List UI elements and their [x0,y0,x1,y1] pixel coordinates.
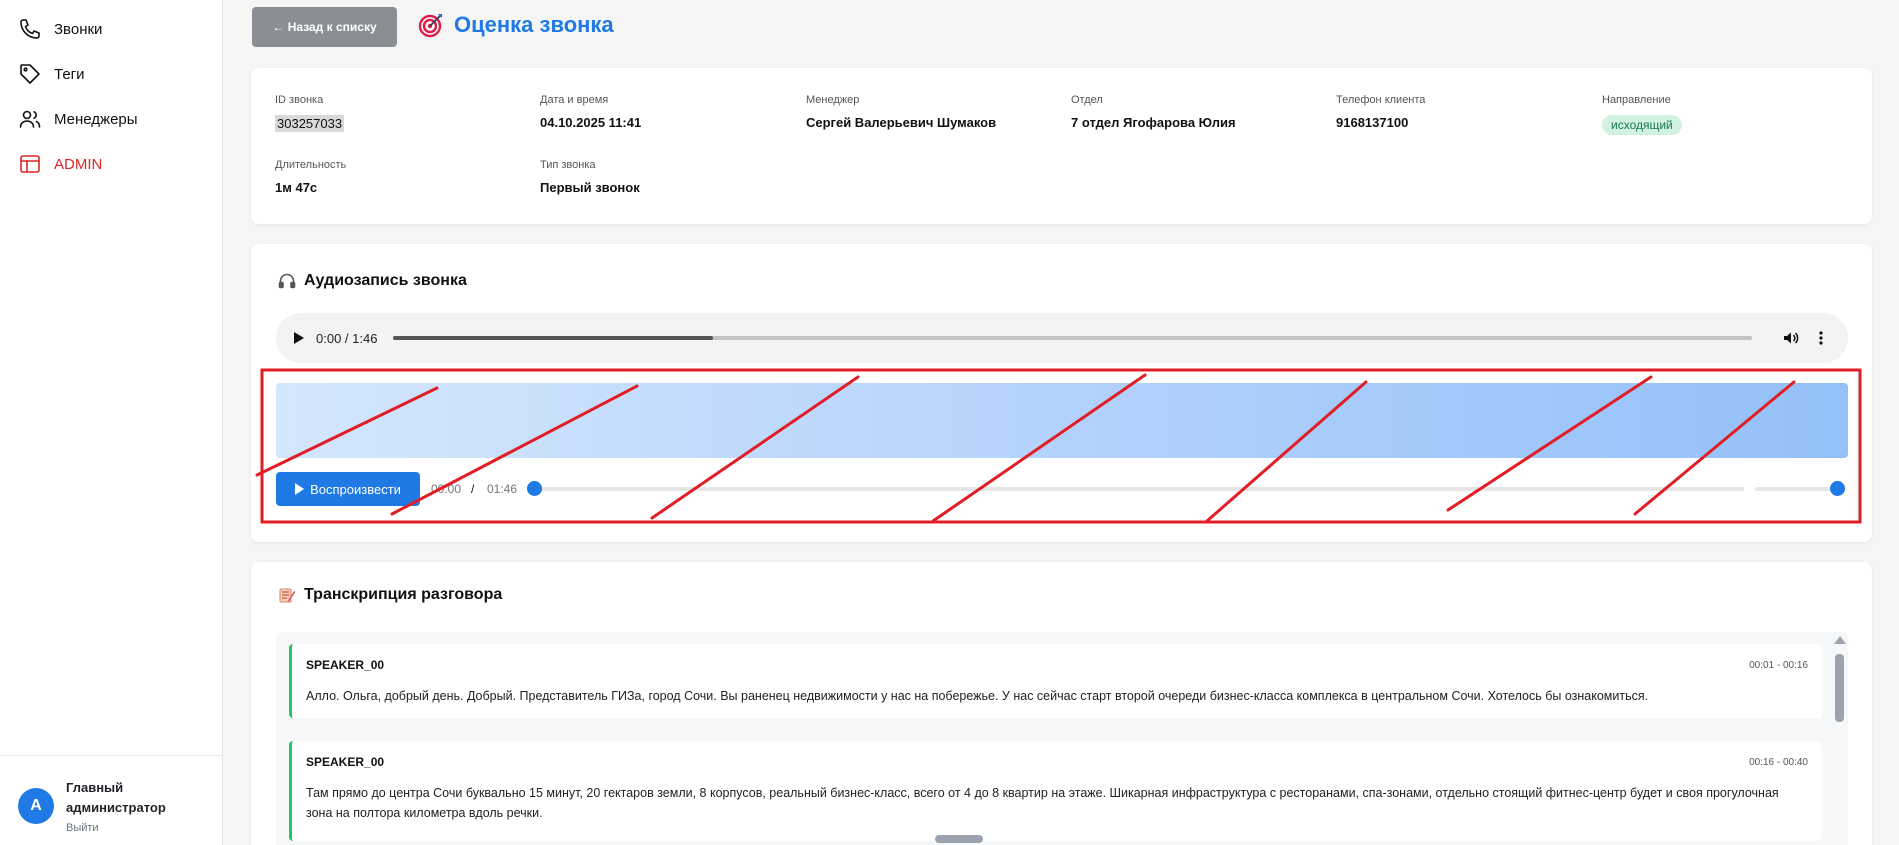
seek-slider[interactable] [534,487,1744,491]
field-label: Тип звонка [540,159,596,171]
segment-text: Там прямо до центра Сочи буквально 15 ми… [306,786,1779,820]
transcript-segment: SPEAKER_00 00:16 - 00:40 Там прямо до це… [289,741,1822,841]
segment-text: Алло. Ольга, добрый день. Добрый. Предст… [306,689,1649,703]
sidebar-item-label: Менеджеры [54,110,138,128]
volume-icon[interactable] [1782,329,1800,347]
segment-time-range[interactable]: 00:01 - 00:16 [1749,660,1808,671]
field-label: Длительность [275,159,347,171]
field-value: 04.10.2025 11:41 [540,115,642,130]
transcript-card: Транскрипция разговора SPEAKER_00 00:01 … [251,562,1872,845]
transcript-section-title: Транскрипция разговора [278,586,502,604]
field-label: Направление [1602,94,1671,106]
sidebar-item-label: Звонки [54,20,103,38]
memo-icon [279,588,296,603]
users-icon [19,110,41,128]
sidebar-item-tags[interactable]: Теги [18,61,85,87]
target-icon [418,14,442,38]
current-time: 00:00 [431,482,462,496]
direction-badge: исходящий [1602,115,1682,135]
play-icon[interactable] [294,332,304,344]
field-phone: Телефон клиента 9168137100 [1336,94,1425,130]
vertical-scrollbar-thumb[interactable] [1835,654,1844,722]
field-call-id: ID звонка 303257033 [275,94,345,133]
horizontal-scrollbar-thumb[interactable] [935,835,983,843]
sidebar-item-admin[interactable]: ADMIN [18,151,102,177]
total-time: 01:46 [487,482,518,496]
volume-slider[interactable] [1755,487,1837,491]
audio-card: Аудиозапись звонка 0:00 / 1:46 Воспроизв… [251,244,1872,542]
field-department: Отдел 7 отдел Ягофарова Юлия [1071,94,1236,130]
sidebar-item-managers[interactable]: Менеджеры [18,106,138,132]
field-value: Сергей Валерьевич Шумаков [806,115,997,130]
sidebar-item-calls[interactable]: Звонки [18,16,102,42]
field-datetime: Дата и время 04.10.2025 11:41 [540,94,641,130]
sidebar-item-label: ADMIN [54,155,103,173]
native-audio-player: 0:00 / 1:46 [276,313,1848,363]
field-call-type: Тип звонка Первый звонок [540,159,640,195]
field-label: Телефон клиента [1336,94,1426,106]
more-options-icon[interactable] [1812,329,1830,347]
volume-thumb[interactable] [1830,481,1845,496]
field-duration: Длительность 1м 47с [275,159,346,195]
field-value: 1м 47с [275,180,318,195]
avatar: A [18,788,54,824]
user-name: Главный администратор [66,780,166,815]
user-panel: A Главный администратор Выйти [0,755,222,845]
headphones-icon [278,273,296,289]
field-label: ID звонка [275,94,324,106]
seek-thumb[interactable] [527,481,542,496]
player-time: 0:00 / 1:46 [316,330,378,346]
tag-icon [20,64,40,84]
field-label: Отдел [1071,94,1103,106]
audio-section-title: Аудиозапись звонка [278,272,467,290]
field-label: Дата и время [540,94,609,106]
sidebar-item-label: Теги [54,65,85,83]
logout-link[interactable]: Выйти [66,822,99,834]
field-label: Менеджер [806,94,860,106]
field-manager: Менеджер Сергей Валерьевич Шумаков [806,94,996,130]
sidebar: Звонки Теги Менеджеры ADMIN A Главный ад… [0,0,223,845]
call-info-card: ID звонка 303257033 Дата и время 04.10.2… [251,68,1872,224]
speaker-label: SPEAKER_00 [306,658,385,672]
field-direction: Направление исходящий [1602,94,1682,135]
field-value: 9168137100 [1336,115,1409,130]
field-value: 7 отдел Ягофарова Юлия [1071,115,1236,130]
page-title: Оценка звонка [418,12,614,38]
admin-icon [20,155,40,173]
page-title-text: Оценка звонка [454,12,614,37]
transcript-section-title-text: Транскрипция разговора [304,586,503,603]
transcript-segment: SPEAKER_00 00:01 - 00:16 Алло. Ольга, до… [289,644,1822,718]
field-value[interactable]: 303257033 [275,115,345,132]
audio-section-title-text: Аудиозапись звонка [304,272,467,289]
field-value: Первый звонок [540,180,640,195]
transcript-list[interactable]: SPEAKER_00 00:01 - 00:16 Алло. Ольга, до… [276,632,1848,845]
segment-time-range[interactable]: 00:16 - 00:40 [1749,757,1808,768]
player-progress-track[interactable] [393,336,1752,340]
player-progress-fill [393,336,713,340]
play-button[interactable]: Воспроизвести [276,472,420,506]
speaker-label: SPEAKER_00 [306,755,385,769]
play-button-label: Воспроизвести [310,481,401,497]
back-to-list-button[interactable]: ← Назад к списку [252,7,397,47]
play-icon [295,483,305,495]
scroll-up-arrow-icon[interactable] [1834,636,1846,644]
waveform[interactable] [276,383,1848,458]
phone-icon [20,19,40,39]
time-separator: / [471,482,475,496]
